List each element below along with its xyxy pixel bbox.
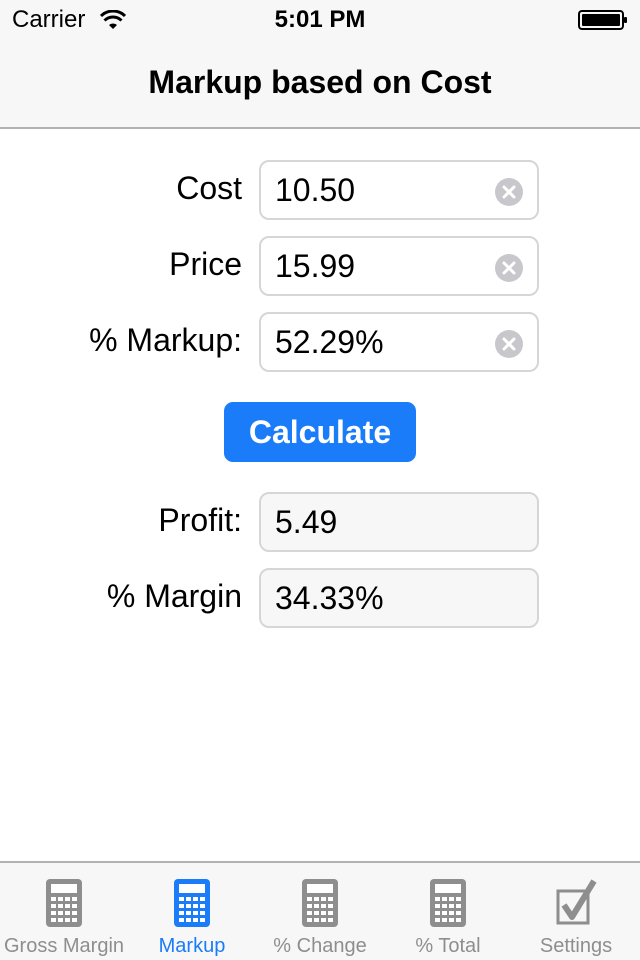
tab-label: Gross Margin	[3, 935, 125, 957]
battery-icon	[578, 10, 627, 30]
navigation-bar: Carrier 5:01 PM Markup based on Cost	[0, 0, 640, 129]
tab-settings[interactable]: Settings	[512, 863, 640, 960]
cost-field[interactable]: 10.50	[259, 160, 539, 220]
calculator-icon	[46, 879, 82, 927]
tab-bar: Gross Margin Markup % Change % Total Set…	[0, 861, 640, 960]
calculator-icon	[174, 879, 210, 927]
profit-value: 5.49	[275, 504, 338, 540]
calculator-icon	[302, 879, 338, 927]
page-title: Markup based on Cost	[148, 64, 492, 100]
profit-label: Profit:	[158, 502, 242, 538]
margin-value: 34.33%	[275, 580, 384, 616]
markup-screen: Carrier 5:01 PM Markup based on Cost Cos…	[0, 0, 640, 960]
cost-value: 10.50	[275, 172, 356, 208]
markup-label: % Markup:	[89, 322, 242, 358]
tab-gross-margin[interactable]: Gross Margin	[0, 863, 128, 960]
margin-label: % Margin	[106, 578, 242, 614]
price-value: 15.99	[275, 248, 356, 284]
clear-markup-icon[interactable]	[495, 330, 523, 358]
price-field[interactable]: 15.99	[259, 236, 539, 296]
profit-field: 5.49	[259, 492, 539, 552]
status-bar: Carrier 5:01 PM	[0, 0, 640, 40]
clear-cost-icon[interactable]	[495, 178, 523, 206]
calculator-icon	[430, 879, 466, 927]
tab-label: % Change	[273, 935, 367, 957]
cost-label: Cost	[176, 170, 242, 206]
tab-percent-change[interactable]: % Change	[256, 863, 384, 960]
clear-price-icon[interactable]	[495, 254, 523, 282]
tab-label: Markup	[158, 935, 226, 957]
margin-field: 34.33%	[259, 568, 539, 628]
tab-percent-total[interactable]: % Total	[384, 863, 512, 960]
tab-label: % Total	[415, 935, 481, 957]
tab-label: Settings	[539, 935, 613, 957]
calculate-button[interactable]: Calculate	[224, 402, 416, 462]
markup-field[interactable]: 52.29%	[259, 312, 539, 372]
tab-markup[interactable]: Markup	[128, 863, 256, 960]
markup-value: 52.29%	[275, 324, 384, 360]
clock: 5:01 PM	[274, 6, 366, 33]
checkbox-icon	[556, 879, 597, 925]
price-label: Price	[169, 246, 242, 282]
